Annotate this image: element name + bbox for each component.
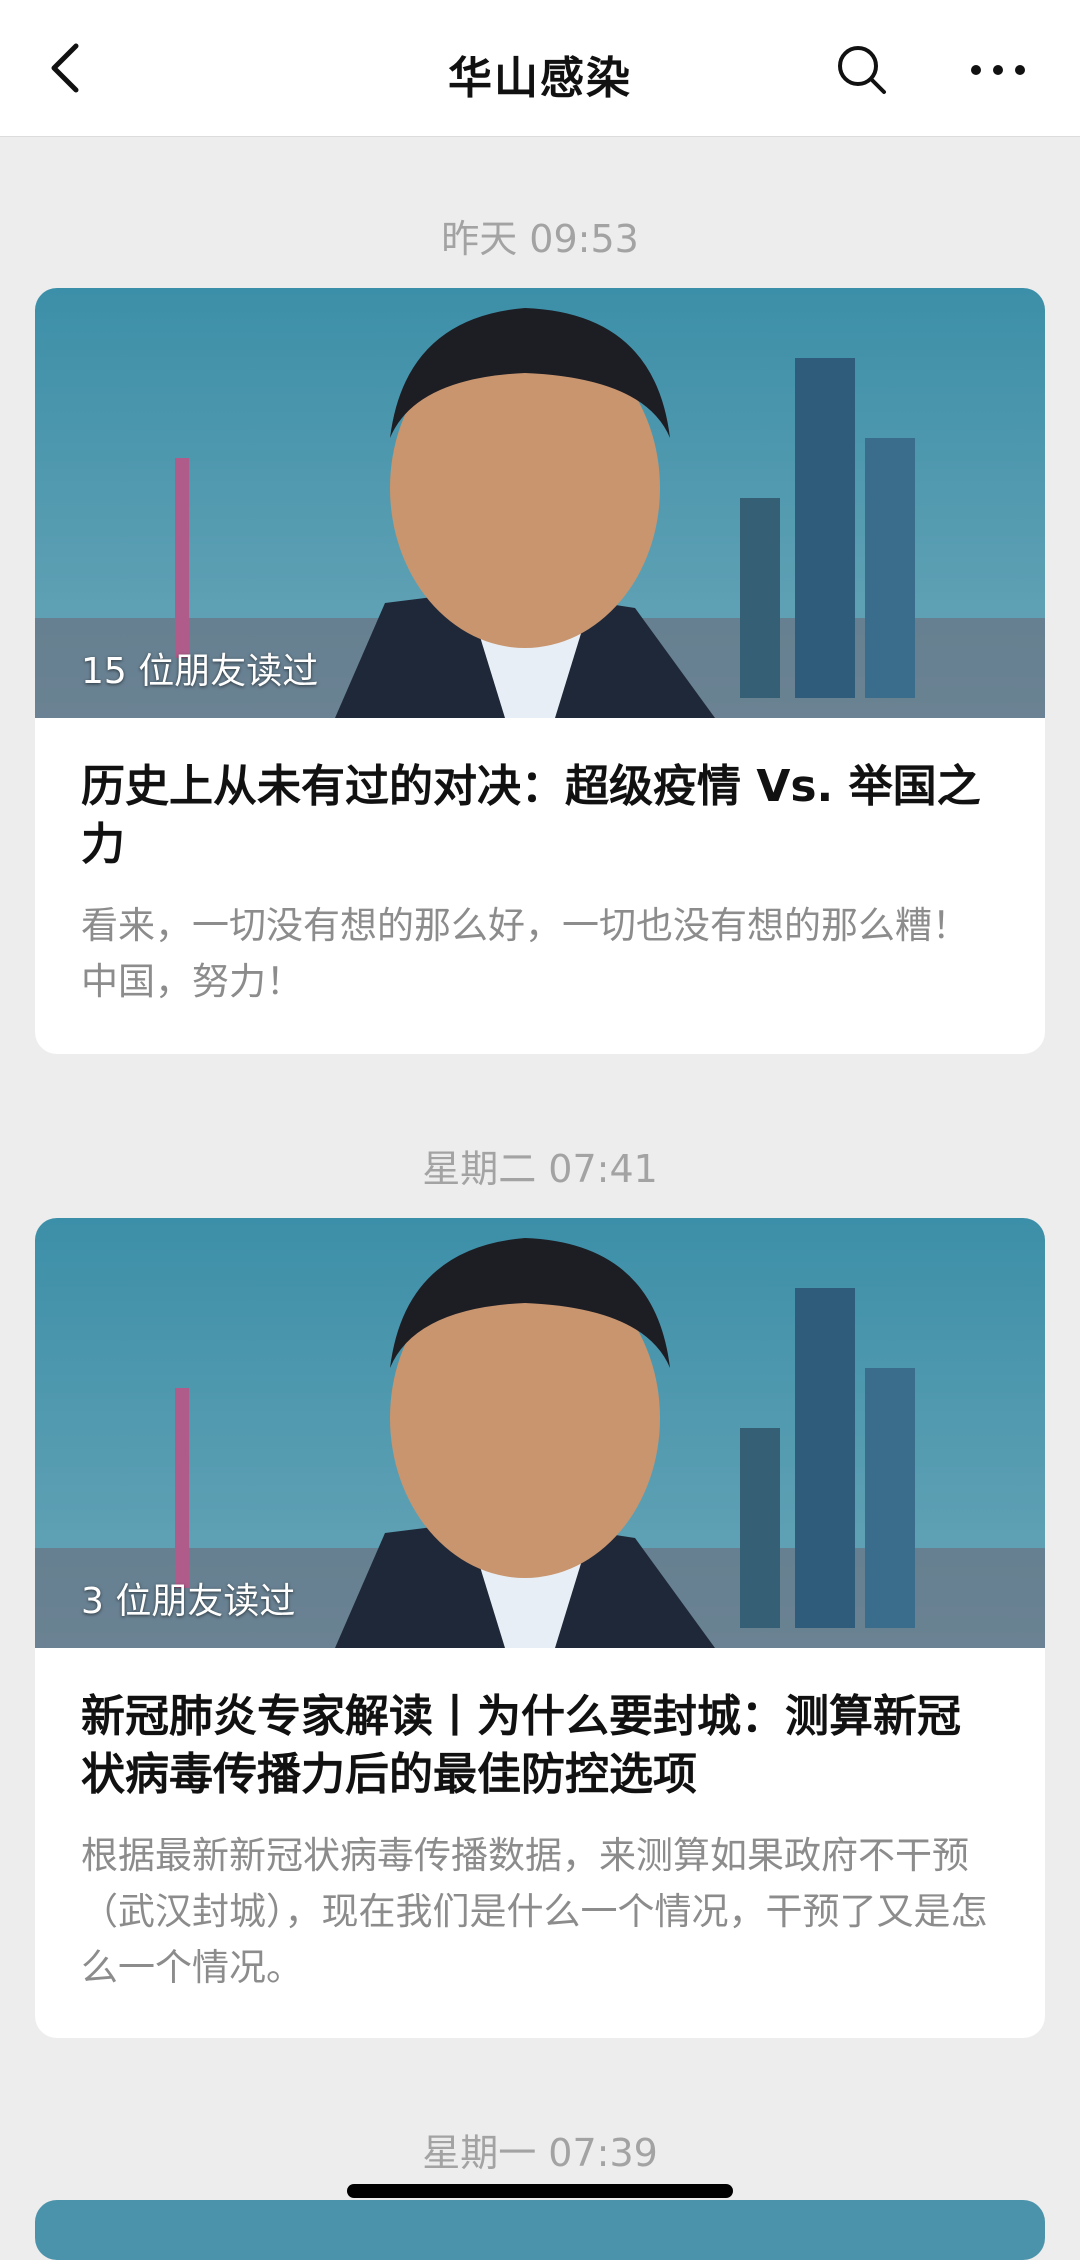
article-cover-image: 15 位朋友读过 <box>35 288 1045 718</box>
timestamp: 星期一 07:39 <box>422 2131 658 2175</box>
nav-bar: 华山感染 <box>0 0 1080 137</box>
article-card[interactable]: 15 位朋友读过 历史上从未有过的对决：超级疫情 Vs. 举国之力 看来，一切没… <box>35 288 1045 1054</box>
timestamp: 星期二 07:41 <box>422 1147 658 1191</box>
article-card[interactable] <box>35 2200 1045 2260</box>
article-summary: 根据最新新冠状病毒传播数据，来测算如果政府不干预（武汉封城），现在我们是什么一个… <box>81 1834 988 1989</box>
timestamp: 昨天 09:53 <box>441 217 639 261</box>
article-title: 历史上从未有过的对决：超级疫情 Vs. 举国之力 <box>81 761 981 870</box>
search-icon <box>838 46 886 94</box>
page-title: 华山感染 <box>448 53 632 104</box>
article-cover-image <box>35 2200 1045 2260</box>
home-indicator[interactable] <box>347 2184 733 2198</box>
read-count: 3 位朋友读过 <box>81 1581 296 1622</box>
more-horizontal-icon <box>971 65 1025 75</box>
article-summary: 看来，一切没有想的那么好，一切也没有想的那么糟！中国，努力！ <box>81 904 969 1003</box>
more-button[interactable] <box>968 40 1028 100</box>
read-count: 15 位朋友读过 <box>81 651 319 692</box>
search-button[interactable] <box>832 40 892 100</box>
article-card[interactable]: 3 位朋友读过 新冠肺炎专家解读丨为什么要封城：测算新冠状病毒传播力后的最佳防控… <box>35 1218 1045 2038</box>
article-title: 新冠肺炎专家解读丨为什么要封城：测算新冠状病毒传播力后的最佳防控选项 <box>81 1691 961 1800</box>
article-cover-image: 3 位朋友读过 <box>35 1218 1045 1648</box>
